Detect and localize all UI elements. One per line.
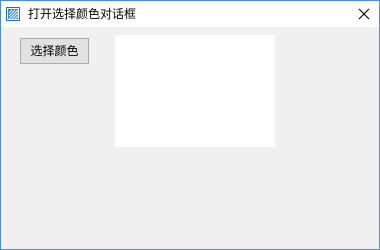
color-preview-panel [115,35,275,147]
dialog-client-area: 选择颜色 [1,27,379,249]
app-icon [6,6,20,21]
close-icon [358,5,370,24]
choose-color-button[interactable]: 选择颜色 [20,38,89,64]
title-bar[interactable]: 打开选择颜色对话框 [1,1,379,27]
dialog-window: 打开选择颜色对话框 选择颜色 [0,0,380,250]
close-button[interactable] [349,1,379,27]
window-title: 打开选择颜色对话框 [28,7,137,21]
